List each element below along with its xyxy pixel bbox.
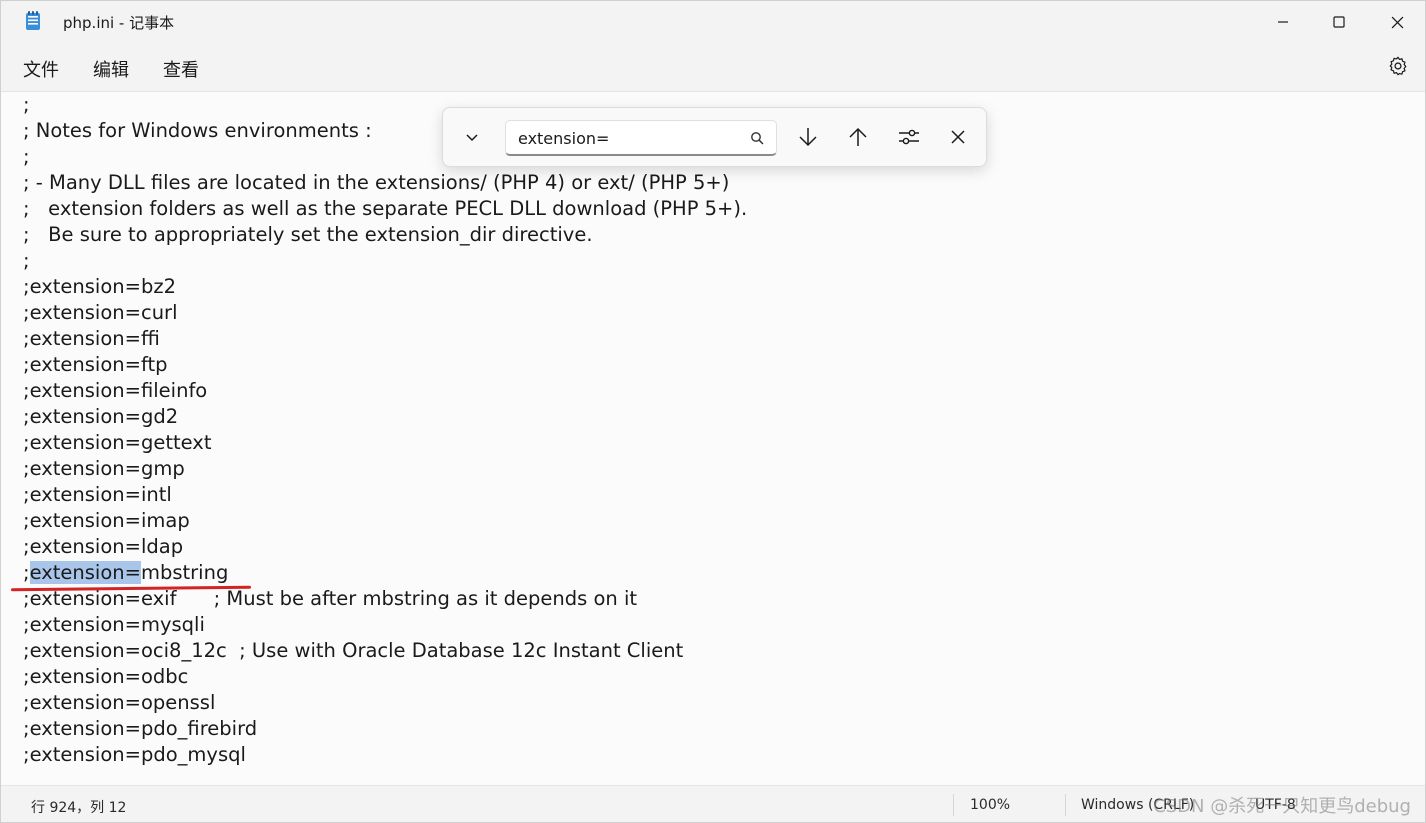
- editor-line[interactable]: ;extension=intl: [23, 482, 747, 508]
- zoom-level: 100%: [970, 797, 1011, 813]
- notepad-app-icon: [25, 11, 41, 31]
- minimize-button[interactable]: [1253, 1, 1313, 43]
- arrow-up-icon: [849, 127, 867, 146]
- cursor-position: 行 924，列 12: [31, 800, 127, 816]
- editor-line[interactable]: ;extension=bz2: [23, 274, 747, 300]
- text-editor[interactable]: ;; Notes for Windows environments :;; - …: [1, 91, 1425, 786]
- editor-line[interactable]: ;extension=imap: [23, 508, 747, 534]
- status-bar: 行 924，列 12 100% Windows (CRLF) UTF-8 CSD…: [1, 785, 1425, 822]
- sliders-icon: [899, 129, 919, 145]
- editor-line[interactable]: ;extension=gettext: [23, 430, 747, 456]
- editor-line[interactable]: ;extension=pdo_mysql: [23, 742, 747, 768]
- close-icon: [1391, 16, 1403, 28]
- minimize-icon: [1278, 21, 1288, 23]
- find-bar: [442, 107, 987, 167]
- menu-edit[interactable]: 编辑: [91, 56, 131, 82]
- editor-line[interactable]: ;extension=gd2: [23, 404, 747, 430]
- window-title: php.ini - 记事本: [63, 14, 175, 32]
- editor-line[interactable]: ;extension=odbc: [23, 664, 747, 690]
- editor-line[interactable]: ;extension=oci8_12c ; Use with Oracle Da…: [23, 638, 747, 664]
- arrow-down-icon: [799, 128, 817, 147]
- editor-line[interactable]: ;extension=ldap: [23, 534, 747, 560]
- chevron-down-icon: [466, 134, 478, 142]
- editor-line[interactable]: ;extension=fileinfo: [23, 378, 747, 404]
- editor-line[interactable]: ;extension=ftp: [23, 352, 747, 378]
- search-icon[interactable]: [750, 131, 764, 145]
- gear-icon: [1389, 56, 1407, 76]
- maximize-icon: [1333, 16, 1345, 28]
- find-previous-button[interactable]: [840, 120, 876, 154]
- close-icon: [951, 130, 965, 144]
- menu-view[interactable]: 查看: [161, 56, 201, 82]
- close-window-button[interactable]: [1367, 1, 1425, 43]
- maximize-button[interactable]: [1309, 1, 1369, 43]
- status-divider: [953, 794, 954, 816]
- find-input[interactable]: [518, 128, 738, 148]
- editor-line[interactable]: ;extension=mysqli: [23, 612, 747, 638]
- editor-line[interactable]: ;extension=pdo_firebird: [23, 716, 747, 742]
- search-match-highlight: extension=: [29, 561, 141, 584]
- editor-lines[interactable]: ;; Notes for Windows environments :;; - …: [23, 92, 747, 768]
- close-find-button[interactable]: [940, 120, 976, 154]
- menu-bar: 文件 编辑 查看: [1, 43, 1425, 91]
- editor-line[interactable]: ; - Many DLL files are located in the ex…: [23, 170, 747, 196]
- line-prefix: ;: [23, 561, 30, 584]
- editor-line[interactable]: ; extension folders as well as the separ…: [23, 196, 747, 222]
- notepad-window: php.ini - 记事本 文件 编辑 查看 ; ; Notes for Win…: [0, 0, 1426, 823]
- editor-line[interactable]: ; Be sure to appropriately set the exten…: [23, 222, 747, 248]
- find-options-button[interactable]: [891, 120, 927, 154]
- status-divider: [1065, 794, 1066, 816]
- toggle-replace-button[interactable]: [454, 120, 490, 154]
- menu-file[interactable]: 文件: [21, 56, 61, 82]
- editor-line[interactable]: ;extension=openssl: [23, 690, 747, 716]
- find-input-box[interactable]: [505, 120, 777, 156]
- editor-line[interactable]: ;: [23, 248, 747, 274]
- watermark: CSDN @杀死一只知更鸟debug: [1153, 796, 1411, 817]
- title-bar[interactable]: php.ini - 记事本: [1, 1, 1425, 43]
- editor-line[interactable]: ;extension=ffi: [23, 326, 747, 352]
- line-suffix: mbstring: [140, 561, 229, 584]
- editor-line[interactable]: ;extension=mbstring: [23, 560, 747, 586]
- settings-button[interactable]: [1387, 55, 1411, 79]
- editor-line[interactable]: ;extension=gmp: [23, 456, 747, 482]
- editor-line[interactable]: ;extension=curl: [23, 300, 747, 326]
- find-next-button[interactable]: [790, 120, 826, 154]
